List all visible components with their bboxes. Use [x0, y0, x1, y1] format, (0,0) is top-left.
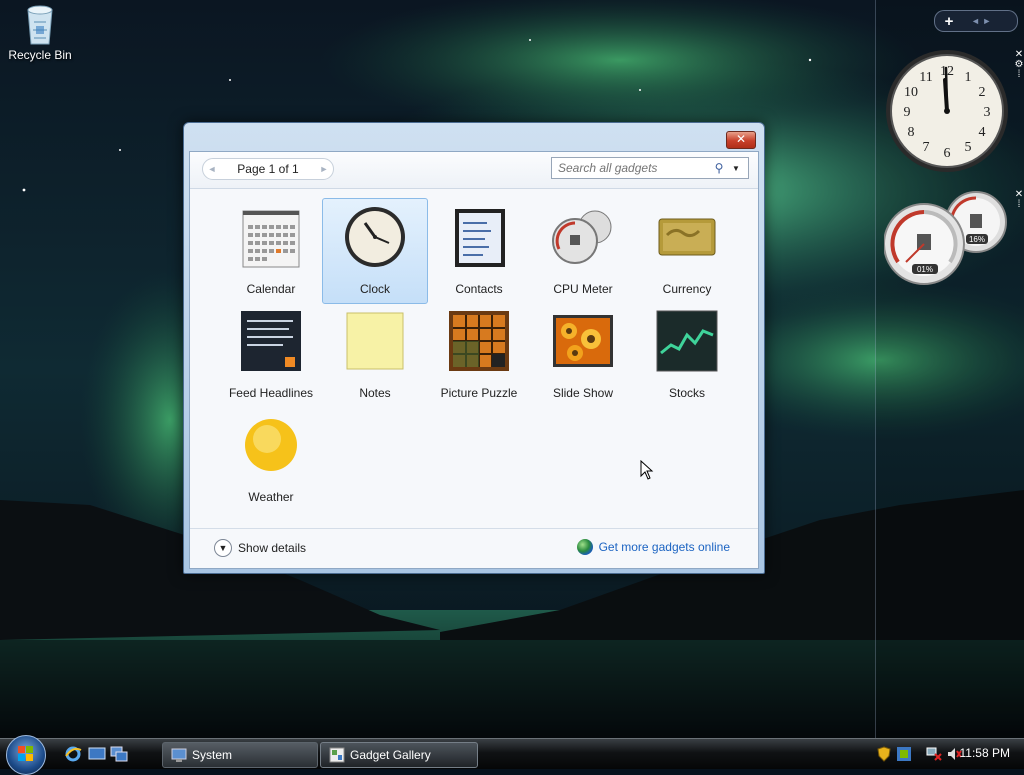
sidebar-nav-arrows[interactable]: ◄ ► [971, 16, 991, 26]
stocks-icon [656, 310, 718, 372]
desktop-icon-label: Recycle Bin [8, 48, 72, 62]
svg-text:1: 1 [965, 70, 972, 85]
taskbar-button-system[interactable]: System [162, 742, 318, 768]
get-more-gadgets-link[interactable]: Get more gadgets online [576, 539, 730, 555]
show-details-label: Show details [238, 541, 307, 555]
drag-handle-icon[interactable]: ⁞ [1014, 70, 1024, 80]
taskbar-button-gadget-gallery[interactable]: Gadget Gallery [320, 742, 478, 768]
gadget-tile-slide-show[interactable]: Slide Show [530, 302, 636, 408]
gadget-tile-stocks[interactable]: Stocks [634, 302, 740, 408]
gadget-name: Slide Show [552, 386, 614, 400]
search-input[interactable] [556, 160, 710, 176]
sidebar-cpu-meter-gadget[interactable]: 16% 01% [884, 190, 1012, 286]
gadget-name: Clock [359, 282, 390, 296]
gallery-content: ◄ Page 1 of 1 ► ⚲ ▼ [189, 151, 759, 569]
notes-icon [346, 312, 404, 370]
page-navigator: ◄ Page 1 of 1 ► [202, 158, 334, 180]
svg-text:4: 4 [979, 125, 986, 140]
svg-text:9: 9 [904, 105, 911, 120]
page-indicator: Page 1 of 1 [237, 162, 299, 176]
gadget-gallery-icon [329, 747, 345, 763]
gadget-name: Stocks [668, 386, 705, 400]
gadget-tile-feed-headlines[interactable]: Feed Headlines [218, 302, 324, 408]
gadget-name: Currency [662, 282, 712, 296]
contacts-icon [455, 209, 505, 267]
svg-text:2: 2 [979, 85, 986, 100]
gallery-footer: ▼ Show details Get more gadgets online [190, 528, 758, 569]
gadget-tile-cpu-meter[interactable]: CPU Meter [530, 198, 636, 304]
start-button[interactable] [6, 735, 46, 775]
system-icon [171, 748, 187, 762]
svg-text:3: 3 [984, 105, 991, 120]
svg-text:11: 11 [919, 70, 932, 85]
gadget-tile-clock[interactable]: Clock [322, 198, 428, 304]
gadget-name: Feed Headlines [228, 386, 314, 400]
next-page-icon[interactable]: ► [315, 164, 333, 174]
gadget-name: CPU Meter [553, 282, 613, 296]
svg-text:6: 6 [944, 146, 951, 161]
mouse-cursor-icon [640, 460, 654, 480]
windows-update-icon[interactable] [896, 746, 912, 762]
network-icon[interactable] [926, 746, 942, 762]
svg-text:5: 5 [965, 140, 972, 155]
cpu-gadget-side-controls: ✕ ⁞ [1014, 190, 1024, 210]
clock-gadget-side-controls: ✕ ⚙ ⁞ [1014, 50, 1024, 80]
taskbar-button-label: Gadget Gallery [350, 748, 431, 762]
switch-windows-icon[interactable] [110, 746, 128, 762]
gadget-tile-weather[interactable]: Weather [218, 406, 324, 512]
show-details-toggle[interactable]: ▼ Show details [214, 539, 306, 557]
calendar-icon [242, 210, 300, 268]
gadget-tile-contacts[interactable]: Contacts [426, 198, 532, 304]
internet-explorer-icon[interactable] [64, 746, 82, 762]
svg-text:7: 7 [923, 140, 930, 155]
sidebar-clock-gadget[interactable]: 1212 345 678 91011 [884, 48, 1010, 174]
taskbar-clock[interactable]: 11:58 PM [960, 746, 1010, 760]
svg-text:8: 8 [908, 125, 915, 140]
gadget-tile-calendar[interactable]: Calendar [218, 198, 324, 304]
chevron-down-icon[interactable]: ▼ [728, 164, 744, 173]
search-icon[interactable]: ⚲ [710, 161, 728, 175]
gadget-name: Picture Puzzle [440, 386, 518, 400]
previous-page-icon[interactable]: ◄ [203, 164, 221, 174]
add-gadget-button[interactable]: + [935, 13, 963, 30]
cpu-meter-icon [552, 210, 612, 264]
gadget-name: Contacts [455, 282, 503, 296]
search-box: ⚲ ▼ [551, 157, 749, 179]
drag-handle-icon[interactable]: ⁞ [1014, 200, 1024, 210]
globe-icon [576, 539, 593, 555]
windows-logo-icon [18, 746, 33, 761]
security-shield-icon[interactable] [876, 746, 892, 762]
sidebar-controls: + ◄ ► [934, 10, 1018, 32]
taskbar: System Gadget Gallery 11:58 PM [0, 735, 1024, 775]
gadget-name: Weather [248, 490, 294, 504]
get-more-gadgets-label: Get more gadgets online [598, 540, 730, 554]
gadget-tile-currency[interactable]: Currency [634, 198, 740, 304]
feed-headlines-icon [241, 311, 301, 371]
svg-text:01%: 01% [917, 265, 933, 274]
close-button[interactable]: ✕ [726, 131, 756, 149]
show-desktop-icon[interactable] [88, 746, 106, 762]
gadget-tile-picture-puzzle[interactable]: Picture Puzzle [426, 302, 532, 408]
gadget-name: Notes [359, 386, 391, 400]
recycle-bin-icon [27, 5, 53, 45]
gadget-name: Calendar [246, 282, 296, 296]
chevron-down-icon: ▼ [214, 539, 232, 557]
gadget-tile-notes[interactable]: Notes [322, 302, 428, 408]
currency-icon [658, 218, 716, 256]
weather-icon [245, 419, 297, 471]
gadget-gallery-window: ✕ ◄ Page 1 of 1 ► ⚲ ▼ [183, 122, 765, 574]
picture-puzzle-icon [449, 311, 509, 371]
desktop-icon-recycle-bin[interactable]: Recycle Bin [4, 2, 76, 62]
clock-icon [345, 207, 405, 267]
slide-show-icon [553, 315, 613, 367]
svg-text:10: 10 [904, 85, 918, 100]
taskbar-button-label: System [192, 748, 233, 762]
gallery-toolbar: ◄ Page 1 of 1 ► ⚲ ▼ [190, 152, 758, 189]
svg-text:16%: 16% [969, 235, 985, 244]
